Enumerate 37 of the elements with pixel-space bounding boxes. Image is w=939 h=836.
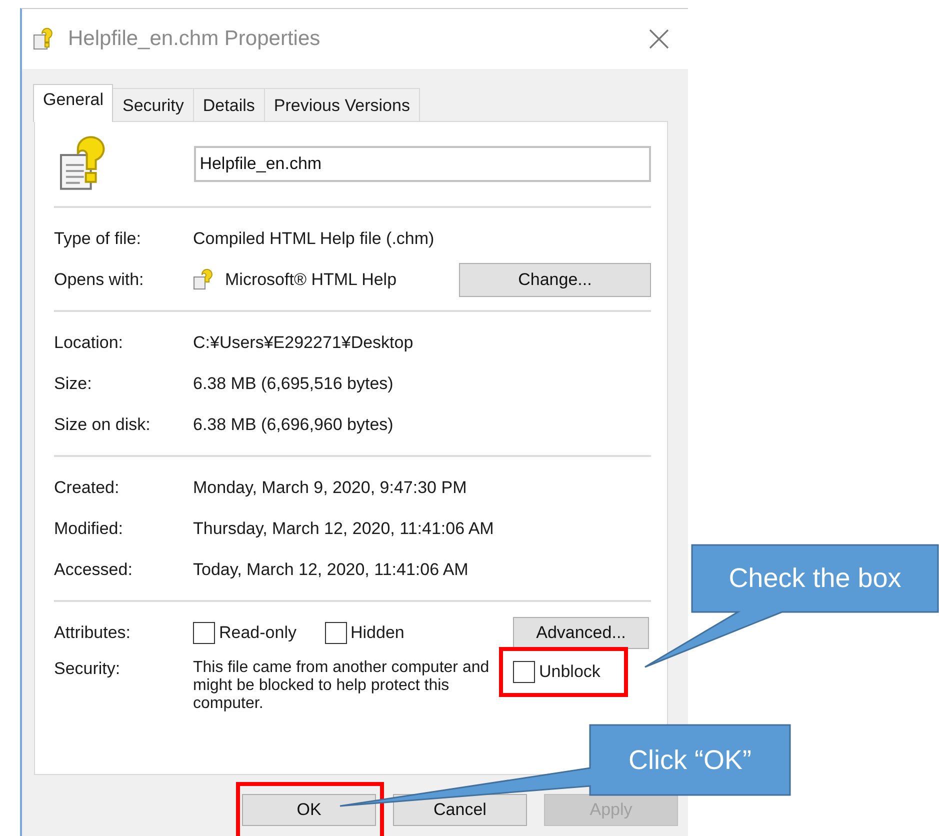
checkbox-label: Unblock bbox=[539, 662, 600, 682]
security-message: This file came from another computer and might be blocked to help protect this computer. bbox=[193, 659, 490, 713]
field-label: Security: bbox=[54, 659, 122, 679]
checkbox[interactable] bbox=[324, 622, 346, 644]
field-value: Today, March 12, 2020, 11:41:06 AM bbox=[193, 560, 468, 580]
field-label: Modified: bbox=[54, 518, 124, 538]
dialog-button[interactable]: OK bbox=[242, 794, 376, 826]
advanced-button[interactable]: Advanced... bbox=[513, 616, 649, 648]
field-label: Accessed: bbox=[54, 560, 134, 580]
field-value: 6.38 MB (6,696,960 bytes) bbox=[193, 414, 394, 434]
field-label: Size: bbox=[54, 374, 93, 394]
field-value: Monday, March 9, 2020, 9:47:30 PM bbox=[193, 478, 467, 498]
change-button[interactable]: Change... bbox=[459, 262, 651, 296]
field-value: Thursday, March 12, 2020, 11:41:06 AM bbox=[193, 518, 494, 538]
field-label: Opens with: bbox=[54, 270, 145, 290]
field-label: Created: bbox=[54, 478, 120, 498]
dialog-button[interactable]: Cancel bbox=[393, 794, 527, 826]
field-value: Microsoft® HTML Help bbox=[225, 270, 398, 290]
checkbox-label: Read-only bbox=[219, 622, 296, 642]
field-label: Location: bbox=[54, 332, 124, 352]
close-icon[interactable] bbox=[648, 28, 670, 50]
field-value: Compiled HTML Help file (.chm) bbox=[193, 228, 434, 248]
checkbox[interactable] bbox=[513, 661, 535, 683]
callout-text: Check the box bbox=[728, 562, 902, 595]
help-file-icon bbox=[193, 268, 215, 290]
window-title: Helpfile_en.chm Properties bbox=[68, 27, 322, 51]
field-label: Type of file: bbox=[54, 228, 142, 248]
file-name-field[interactable]: Helpfile_en.chm bbox=[194, 146, 651, 182]
callout-text: Click “OK” bbox=[628, 744, 752, 776]
field-value: 6.38 MB (6,695,516 bytes) bbox=[193, 374, 394, 394]
checkbox-label: Hidden bbox=[350, 622, 404, 642]
field-label: Attributes: bbox=[54, 622, 132, 642]
field-value: C:¥Users¥E292271¥Desktop bbox=[193, 332, 414, 352]
tab[interactable]: Previous Versions bbox=[264, 88, 420, 121]
field-label: Size on disk: bbox=[54, 414, 152, 434]
checkbox[interactable] bbox=[193, 622, 215, 644]
tab[interactable]: General bbox=[33, 84, 114, 122]
